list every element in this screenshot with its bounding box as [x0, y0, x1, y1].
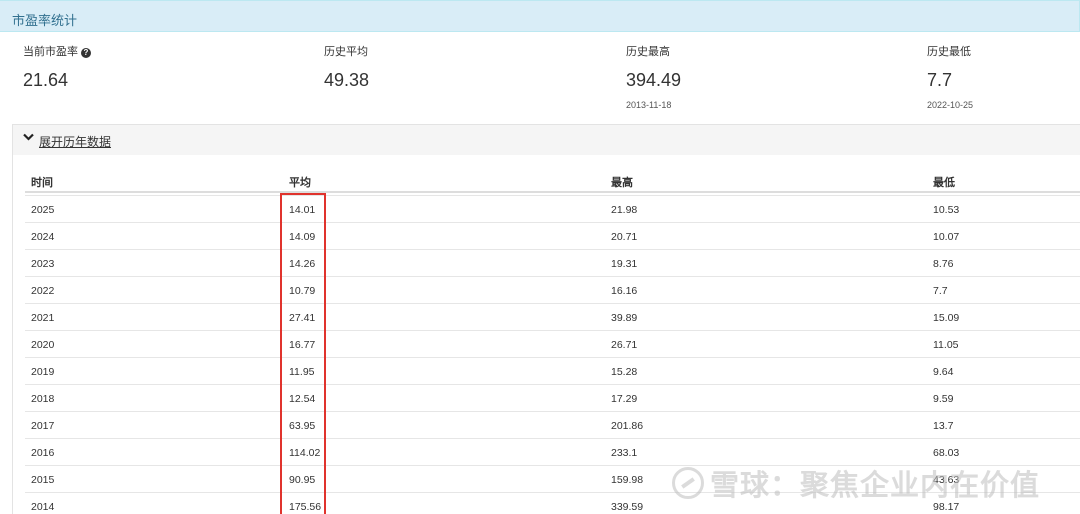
cell-average: 14.01 [289, 204, 316, 216]
cell-low: 8.76 [933, 258, 954, 270]
cell-high: 26.71 [611, 339, 638, 351]
stat-hist-low: 历史最低 7.7 2022-10-25 [927, 32, 1080, 124]
cell-low: 9.59 [933, 393, 954, 405]
table-row: 2019 11.95 15.28 9.64 [25, 357, 1080, 384]
stat-value: 49.38 [324, 70, 370, 90]
cell-year: 2017 [31, 420, 55, 432]
cell-average: 11.95 [289, 366, 315, 378]
stat-hist-high: 历史最高 394.49 2013-11-18 [626, 32, 926, 124]
cell-year: 2020 [31, 339, 55, 351]
table-row: 2021 27.41 39.89 15.09 [25, 303, 1080, 330]
cell-average: 16.77 [289, 339, 316, 351]
stat-value: 7.7 [927, 70, 953, 90]
cell-average: 90.95 [289, 474, 316, 486]
stat-current-pe: 当前市盈率? 21.64 [23, 32, 323, 124]
cell-year: 2016 [31, 447, 55, 459]
table-row: 2018 12.54 17.29 9.59 [25, 384, 1080, 411]
stat-value: 394.49 [626, 70, 682, 90]
cell-low: 11.05 [933, 339, 959, 351]
table-row: 2025 14.01 21.98 10.53 [25, 195, 1080, 222]
cell-low: 10.53 [933, 204, 960, 216]
history-table: 时间 平均 最高 最低 2025 14.01 21.98 10.53 2024 14.09… [13, 155, 1080, 514]
table-row: 2024 14.09 20.71 10.07 [25, 222, 1080, 249]
cell-year: 2022 [31, 285, 55, 297]
stat-label: 历史平均 [324, 46, 368, 58]
cell-high: 21.98 [611, 204, 638, 216]
cell-low: 98.17 [933, 501, 960, 513]
stat-hist-average: 历史平均 49.38 [324, 32, 624, 124]
cell-high: 39.89 [611, 312, 638, 324]
cell-low: 68.03 [933, 447, 960, 459]
expand-history-link[interactable]: 展开历年数据 [39, 133, 111, 150]
history-well: 展开历年数据 时间 平均 最高 最低 2025 14.01 21.98 10.53 20… [12, 124, 1080, 514]
cell-high: 233.1 [611, 447, 638, 459]
stat-label: 历史最低 [927, 46, 971, 58]
cell-average: 114.02 [289, 447, 321, 459]
cell-average: 63.95 [289, 420, 316, 432]
table-row: 2017 63.95 201.86 13.7 [25, 411, 1080, 438]
stats-row: 当前市盈率? 21.64 历史平均 49.38 历史最高 394.49 2013… [0, 32, 1080, 124]
table-row: 2014 175.56 339.59 98.17 [25, 492, 1080, 514]
cell-year: 2021 [31, 312, 55, 324]
cell-high: 339.59 [611, 501, 644, 513]
cell-low: 43.63 [933, 474, 960, 486]
cell-year: 2023 [31, 258, 55, 270]
cell-average: 12.54 [289, 393, 316, 405]
cell-year: 2019 [31, 366, 55, 378]
cell-year: 2024 [31, 231, 55, 243]
stat-value: 21.64 [23, 70, 69, 90]
cell-low: 7.7 [933, 285, 948, 297]
table-row: 2023 14.26 19.31 8.76 [25, 249, 1080, 276]
question-circle-icon[interactable]: ? [81, 48, 91, 58]
cell-high: 159.98 [611, 474, 644, 486]
column-header-high[interactable]: 最高 [611, 174, 633, 190]
cell-average: 10.79 [289, 285, 316, 297]
panel-header: 市盈率统计 [0, 0, 1080, 32]
cell-high: 20.71 [611, 231, 638, 243]
table-row: 2022 10.79 16.16 7.7 [25, 276, 1080, 303]
cell-year: 2018 [31, 393, 55, 405]
cell-average: 27.41 [289, 312, 316, 324]
cell-high: 16.16 [611, 285, 638, 297]
table-row: 2016 114.02 233.1 68.03 [25, 438, 1080, 465]
cell-low: 9.64 [933, 366, 954, 378]
stat-label: 当前市盈率? [23, 43, 91, 59]
stat-date: 2022-10-25 [927, 100, 974, 110]
cell-high: 201.86 [611, 420, 644, 432]
table-row: 2015 90.95 159.98 43.63 [25, 465, 1080, 492]
cell-year: 2014 [31, 501, 55, 513]
cell-average: 14.26 [289, 258, 316, 270]
table-row: 2020 16.77 26.71 11.05 [25, 330, 1080, 357]
cell-high: 15.28 [611, 366, 638, 378]
cell-low: 15.09 [933, 312, 960, 324]
stat-date: 2013-11-18 [626, 100, 672, 110]
cell-average: 175.56 [289, 501, 322, 513]
cell-high: 19.31 [611, 258, 638, 270]
cell-low: 10.07 [933, 231, 960, 243]
cell-low: 13.7 [933, 420, 954, 432]
cell-high: 17.29 [611, 393, 638, 405]
chevron-down-icon[interactable] [23, 133, 34, 144]
table-header: 时间 平均 最高 最低 [25, 167, 1080, 193]
cell-average: 14.09 [289, 231, 316, 243]
stat-label: 历史最高 [626, 46, 670, 58]
expand-toggle-bar[interactable]: 展开历年数据 [13, 125, 1080, 155]
cell-year: 2015 [31, 474, 55, 486]
panel-title: 市盈率统计 [12, 13, 78, 28]
cell-year: 2025 [31, 204, 55, 216]
column-header-low[interactable]: 最低 [933, 174, 955, 190]
column-header-time[interactable]: 时间 [31, 174, 53, 190]
column-header-average[interactable]: 平均 [289, 174, 311, 190]
